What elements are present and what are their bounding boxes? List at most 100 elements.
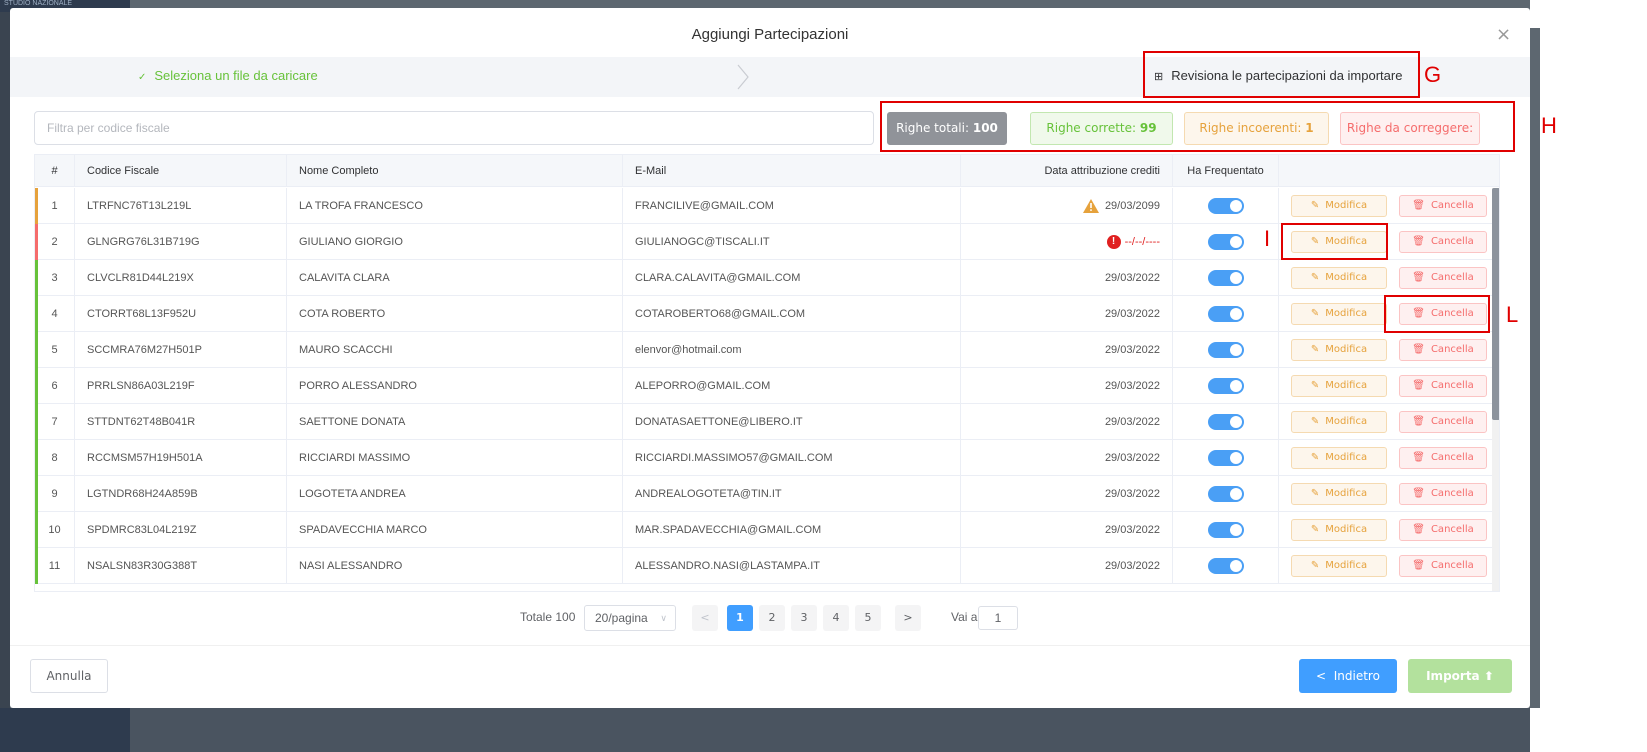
delete-button[interactable]: 🗑 Cancella: [1399, 375, 1487, 397]
attended-toggle[interactable]: [1208, 414, 1244, 430]
col-credit-date-header: Data attribuzione crediti: [961, 155, 1173, 187]
pagination-goto-label: Vai a: [951, 610, 978, 624]
row-attended-cell: [1173, 404, 1279, 440]
edit-button[interactable]: ✎ Modifica: [1291, 555, 1387, 577]
back-button[interactable]: < Indietro: [1299, 659, 1397, 693]
cancel-button[interactable]: Annulla: [30, 659, 108, 693]
delete-button-label: Cancella: [1430, 416, 1474, 427]
delete-button[interactable]: 🗑 Cancella: [1399, 447, 1487, 469]
step-select-file[interactable]: ✓ Seleziona un file da caricare: [138, 68, 318, 83]
edit-button[interactable]: ✎ Modifica: [1291, 375, 1387, 397]
edit-button[interactable]: ✎ Modifica: [1291, 267, 1387, 289]
table-row: 3 CLVCLR81D44L219X CALAVITA CLARA CLARA.CAL…: [35, 260, 1499, 296]
edit-button-label: Modifica: [1325, 524, 1368, 535]
delete-button-label: Cancella: [1430, 236, 1474, 247]
row-email: COTAROBERTO68@GMAIL.COM: [623, 296, 961, 332]
edit-button-label: Modifica: [1325, 308, 1368, 319]
row-index: 8: [35, 440, 75, 476]
participations-table: # Codice Fiscale Nome Completo E-Mail Da…: [34, 154, 1500, 592]
row-email: ALESSANDRO.NASI@LASTAMPA.IT: [623, 548, 961, 584]
pagination-prev-button[interactable]: <: [692, 605, 718, 631]
delete-button[interactable]: 🗑 Cancella: [1399, 339, 1487, 361]
pagination-page-5[interactable]: 5: [855, 605, 881, 631]
pagination-page-1[interactable]: 1: [727, 605, 753, 631]
credit-date-text: 29/03/2022: [1104, 524, 1160, 536]
edit-button[interactable]: ✎ Modifica: [1291, 411, 1387, 433]
table-row: 5 SCCMRA76M27H501P MAURO SCACCHI elenvor@ho…: [35, 332, 1499, 368]
tax-code-filter-input[interactable]: [34, 111, 874, 145]
attended-toggle[interactable]: [1208, 306, 1244, 322]
row-attended-cell: [1173, 440, 1279, 476]
edit-button[interactable]: ✎ Modifica: [1291, 339, 1387, 361]
edit-button-label: Modifica: [1325, 272, 1368, 283]
row-credit-date: 29/03/2022: [961, 476, 1173, 512]
delete-button[interactable]: 🗑 Cancella: [1399, 231, 1487, 253]
row-email: CLARA.CALAVITA@GMAIL.COM: [623, 260, 961, 296]
table-row: 11 NSALSN83R30G388T NASI ALESSANDRO ALESSAN…: [35, 548, 1499, 584]
table-row: 1 LTRFNC76T13L219L LA TROFA FRANCESCO FRANC…: [35, 188, 1499, 224]
error-icon: !: [1106, 235, 1121, 250]
pagination-goto-input[interactable]: [978, 606, 1018, 630]
edit-icon: ✎: [1310, 452, 1320, 463]
delete-button[interactable]: 🗑 Cancella: [1399, 519, 1487, 541]
annotation-box-h: [880, 101, 1515, 152]
attended-toggle[interactable]: [1208, 450, 1244, 466]
attended-toggle[interactable]: [1208, 558, 1244, 574]
attended-toggle[interactable]: [1208, 522, 1244, 538]
credit-date-text: 29/03/2022: [1104, 416, 1160, 428]
row-email: RICCIARDI.MASSIMO57@GMAIL.COM: [623, 440, 961, 476]
row-tax-code: STTDNT62T48B041R: [75, 404, 287, 440]
edit-button[interactable]: ✎ Modifica: [1291, 483, 1387, 505]
row-full-name: NASI ALESSANDRO: [287, 548, 623, 584]
row-index: 4: [35, 296, 75, 332]
pagination-next-button[interactable]: >: [895, 605, 921, 631]
annotation-box-i: [1281, 223, 1388, 260]
page-size-select[interactable]: 20/pagina ∨: [584, 605, 676, 631]
attended-toggle[interactable]: [1208, 342, 1244, 358]
row-credit-date: 29/03/2022: [961, 260, 1173, 296]
row-tax-code: SPDMRC83L04L219Z: [75, 512, 287, 548]
delete-button[interactable]: 🗑 Cancella: [1399, 555, 1487, 577]
table-row: 10 SPDMRC83L04L219Z SPADAVECCHIA MARCO MAR.…: [35, 512, 1499, 548]
import-button[interactable]: Importa ⬆: [1408, 659, 1512, 693]
attended-toggle[interactable]: [1208, 378, 1244, 394]
table-header: # Codice Fiscale Nome Completo E-Mail Da…: [35, 155, 1499, 187]
delete-button[interactable]: 🗑 Cancella: [1399, 267, 1487, 289]
background-right-strip: [1530, 28, 1540, 708]
credit-date-text: 29/03/2022: [1104, 488, 1160, 500]
back-button-label: Indietro: [1333, 669, 1380, 683]
attended-toggle[interactable]: [1208, 270, 1244, 286]
edit-button-label: Modifica: [1325, 344, 1368, 355]
row-email: FRANCILIVE@GMAIL.COM: [623, 188, 961, 224]
row-full-name: SAETTONE DONATA: [287, 404, 623, 440]
pagination-page-4[interactable]: 4: [823, 605, 849, 631]
attended-toggle[interactable]: [1208, 198, 1244, 214]
row-credit-date: 29/03/2022: [961, 296, 1173, 332]
edit-button[interactable]: ✎ Modifica: [1291, 447, 1387, 469]
trash-icon: 🗑: [1412, 488, 1425, 499]
row-tax-code: LTRFNC76T13L219L: [75, 188, 287, 224]
delete-button[interactable]: 🗑 Cancella: [1399, 195, 1487, 217]
table-scrollbar-thumb[interactable]: [1492, 188, 1499, 420]
edit-button[interactable]: ✎ Modifica: [1291, 519, 1387, 541]
edit-button[interactable]: ✎ Modifica: [1291, 303, 1387, 325]
delete-button-label: Cancella: [1430, 452, 1474, 463]
background-bottom-left: [0, 708, 130, 752]
credit-date-text: 29/03/2022: [1104, 308, 1160, 320]
attended-toggle[interactable]: [1208, 234, 1244, 250]
table-scrollbar[interactable]: [1492, 188, 1499, 591]
credit-date-text: 29/03/2022: [1104, 560, 1160, 572]
dialog-title: Aggiungi Partecipazioni: [691, 26, 849, 43]
edit-button-label: Modifica: [1325, 560, 1368, 571]
row-email: ANDREALOGOTETA@TIN.IT: [623, 476, 961, 512]
attended-toggle[interactable]: [1208, 486, 1244, 502]
pagination-page-2[interactable]: 2: [759, 605, 785, 631]
delete-button[interactable]: 🗑 Cancella: [1399, 411, 1487, 433]
col-full-name-header: Nome Completo: [287, 155, 623, 187]
close-icon[interactable]: ×: [1496, 24, 1511, 45]
edit-button[interactable]: ✎ Modifica: [1291, 195, 1387, 217]
row-full-name: PORRO ALESSANDRO: [287, 368, 623, 404]
pagination-page-3[interactable]: 3: [791, 605, 817, 631]
row-tax-code: CTORRT68L13F952U: [75, 296, 287, 332]
delete-button[interactable]: 🗑 Cancella: [1399, 483, 1487, 505]
